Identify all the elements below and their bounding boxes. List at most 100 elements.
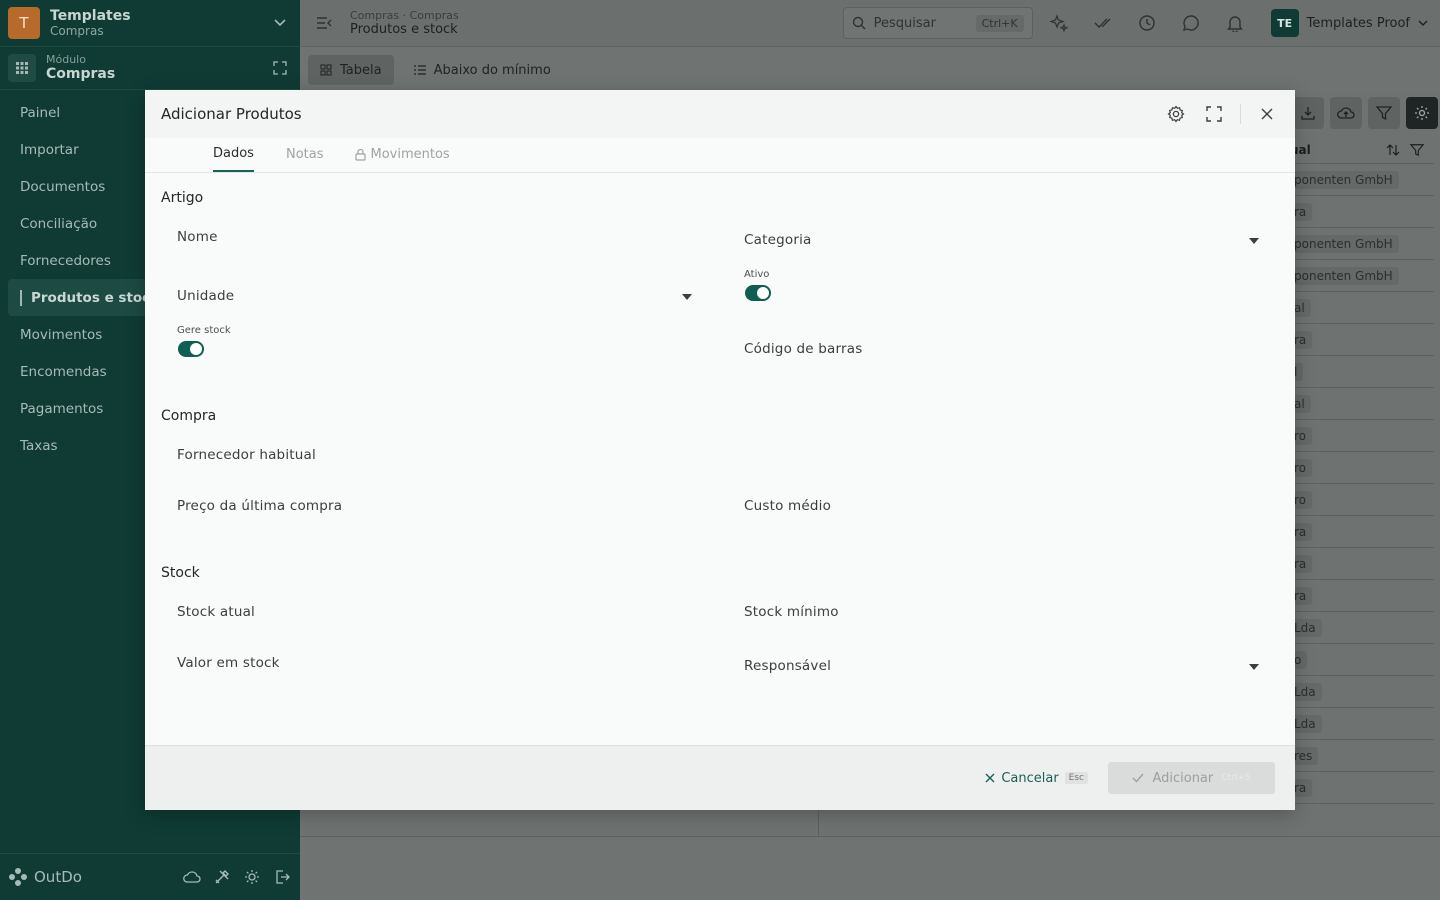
- cancel-button[interactable]: Cancelar Esc: [985, 771, 1088, 786]
- breadcrumb: Compras · Compras Produtos e stock: [350, 9, 843, 38]
- table-row[interactable]: Lda: [1286, 612, 1434, 644]
- table-row[interactable]: ponenten GmbH: [1286, 260, 1434, 292]
- user-name: Templates Proof: [1306, 15, 1410, 31]
- sparkles-icon[interactable]: [1047, 11, 1071, 35]
- chevron-down-icon[interactable]: [268, 11, 292, 35]
- table-row[interactable]: Lda: [1286, 708, 1434, 740]
- brand: OutDo: [8, 867, 182, 887]
- dialog-tabs: Dados Notas Movimentos: [145, 138, 1295, 173]
- header-divider: [1240, 104, 1241, 124]
- grid-icon: [320, 64, 332, 76]
- sort-icon[interactable]: [1386, 143, 1400, 157]
- page-title: Produtos e stock: [350, 21, 458, 37]
- cancel-shortcut: Esc: [1064, 772, 1088, 784]
- fullscreen-icon[interactable]: [1202, 102, 1226, 126]
- gear-icon[interactable]: [1164, 102, 1188, 126]
- table-row[interactable]: ro: [1286, 452, 1434, 484]
- table-row[interactable]: ra: [1286, 516, 1434, 548]
- user-menu[interactable]: TE Templates Proof: [1270, 9, 1428, 37]
- cloud-upload-icon[interactable]: [1330, 97, 1362, 129]
- table-row[interactable]: ponenten GmbH: [1286, 228, 1434, 260]
- categoria-dropdown-icon[interactable]: [1249, 238, 1259, 244]
- add-button[interactable]: Adicionar Ctrl+S: [1108, 762, 1275, 794]
- view-tab-label: Tabela: [340, 62, 382, 78]
- section-compra: Compra: [161, 408, 217, 424]
- close-icon: [985, 773, 995, 783]
- view-tab-table[interactable]: Tabela: [308, 55, 394, 85]
- stock-atual-field[interactable]: Stock atual: [177, 604, 697, 620]
- chat-icon[interactable]: [1179, 11, 1203, 35]
- responsavel-select[interactable]: Responsável: [744, 658, 1264, 674]
- brand-name: OutDo: [34, 868, 82, 886]
- view-tab-below-min[interactable]: Abaixo do mínimo: [402, 55, 563, 85]
- table-row[interactable]: res: [1286, 740, 1434, 772]
- fornecedor-field[interactable]: Fornecedor habitual: [177, 447, 697, 463]
- column-header[interactable]: ual: [1286, 136, 1434, 164]
- org-switcher[interactable]: T Templates Compras: [0, 0, 300, 47]
- preco-ultima-compra-field[interactable]: Preço da última compra: [177, 498, 697, 514]
- brand-logo-icon: [9, 868, 27, 886]
- search-input[interactable]: Pesquisar Ctrl+K: [842, 7, 1033, 39]
- tab-label: Movimentos: [370, 147, 450, 162]
- table-row[interactable]: al: [1286, 292, 1434, 324]
- gere-stock-toggle[interactable]: [178, 341, 204, 357]
- close-icon[interactable]: [1255, 102, 1279, 126]
- chevron-down-icon: [1418, 20, 1428, 26]
- module-switcher[interactable]: Módulo Compras: [0, 47, 300, 90]
- unidade-select[interactable]: Unidade: [177, 288, 697, 304]
- table-row[interactable]: ra: [1286, 772, 1434, 804]
- filter-icon[interactable]: [1368, 97, 1400, 129]
- collapse-icon[interactable]: [268, 56, 292, 80]
- table-row[interactable]: Lda: [1286, 676, 1434, 708]
- categoria-select[interactable]: Categoria: [744, 232, 1264, 248]
- add-product-dialog: Adicionar Produtos Dados Notas Movimento…: [145, 90, 1295, 810]
- table-row[interactable]: ro: [1286, 420, 1434, 452]
- section-stock: Stock: [161, 565, 200, 581]
- tab-movimentos[interactable]: Movimentos: [355, 137, 450, 172]
- cloud-sync-icon[interactable]: [182, 867, 202, 887]
- apps-grid-icon: [8, 54, 36, 82]
- stock-minimo-field[interactable]: Stock mínimo: [744, 604, 1264, 620]
- tools-icon[interactable]: [212, 867, 232, 887]
- tab-dados[interactable]: Dados: [213, 137, 254, 172]
- table-row[interactable]: o: [1286, 644, 1434, 676]
- table-row[interactable]: ra: [1286, 324, 1434, 356]
- table-row[interactable]: al: [1286, 388, 1434, 420]
- gere-stock-label: Gere stock: [177, 325, 231, 336]
- filter-icon[interactable]: [1410, 143, 1424, 157]
- table-row[interactable]: ra: [1286, 580, 1434, 612]
- valor-stock-field[interactable]: Valor em stock: [177, 655, 697, 671]
- org-sub: Compras: [50, 23, 104, 38]
- add-label: Adicionar: [1152, 770, 1214, 786]
- module-label: Módulo: [46, 53, 86, 66]
- table-row[interactable]: ra: [1286, 548, 1434, 580]
- sidebar-footer: OutDo: [0, 853, 300, 900]
- section-artigo: Artigo: [161, 190, 204, 206]
- ativo-toggle[interactable]: [745, 285, 771, 301]
- table-row[interactable]: l: [1286, 356, 1434, 388]
- ativo-label: Ativo: [744, 269, 770, 280]
- table-column-supplier: ual ponenten GmbH ra ponenten GmbH ponenten…: [1286, 136, 1434, 804]
- add-shortcut: Ctrl+S: [1221, 773, 1251, 783]
- sun-icon[interactable]: [242, 867, 262, 887]
- dialog-header: Adicionar Produtos: [145, 90, 1295, 138]
- clock-icon[interactable]: [1135, 11, 1159, 35]
- double-check-icon[interactable]: [1091, 11, 1115, 35]
- bell-icon[interactable]: [1223, 11, 1247, 35]
- download-icon[interactable]: [1292, 97, 1324, 129]
- logout-icon[interactable]: [272, 867, 292, 887]
- codigo-barras-field[interactable]: Código de barras: [744, 341, 1264, 357]
- table-row[interactable]: ra: [1286, 196, 1434, 228]
- table-row[interactable]: ro: [1286, 484, 1434, 516]
- settings-icon[interactable]: [1406, 97, 1438, 129]
- sidebar-toggle-icon[interactable]: [312, 11, 336, 35]
- list-icon: [413, 65, 426, 75]
- tab-notas[interactable]: Notas: [286, 137, 324, 172]
- custo-medio-field[interactable]: Custo médio: [744, 498, 1264, 514]
- org-name: Templates: [50, 7, 131, 24]
- unidade-dropdown-icon[interactable]: [682, 294, 692, 300]
- table-row[interactable]: ponenten GmbH: [1286, 164, 1434, 196]
- dialog-footer: Cancelar Esc Adicionar Ctrl+S: [145, 745, 1295, 810]
- nome-field[interactable]: Nome: [177, 229, 697, 245]
- responsavel-dropdown-icon[interactable]: [1249, 664, 1259, 670]
